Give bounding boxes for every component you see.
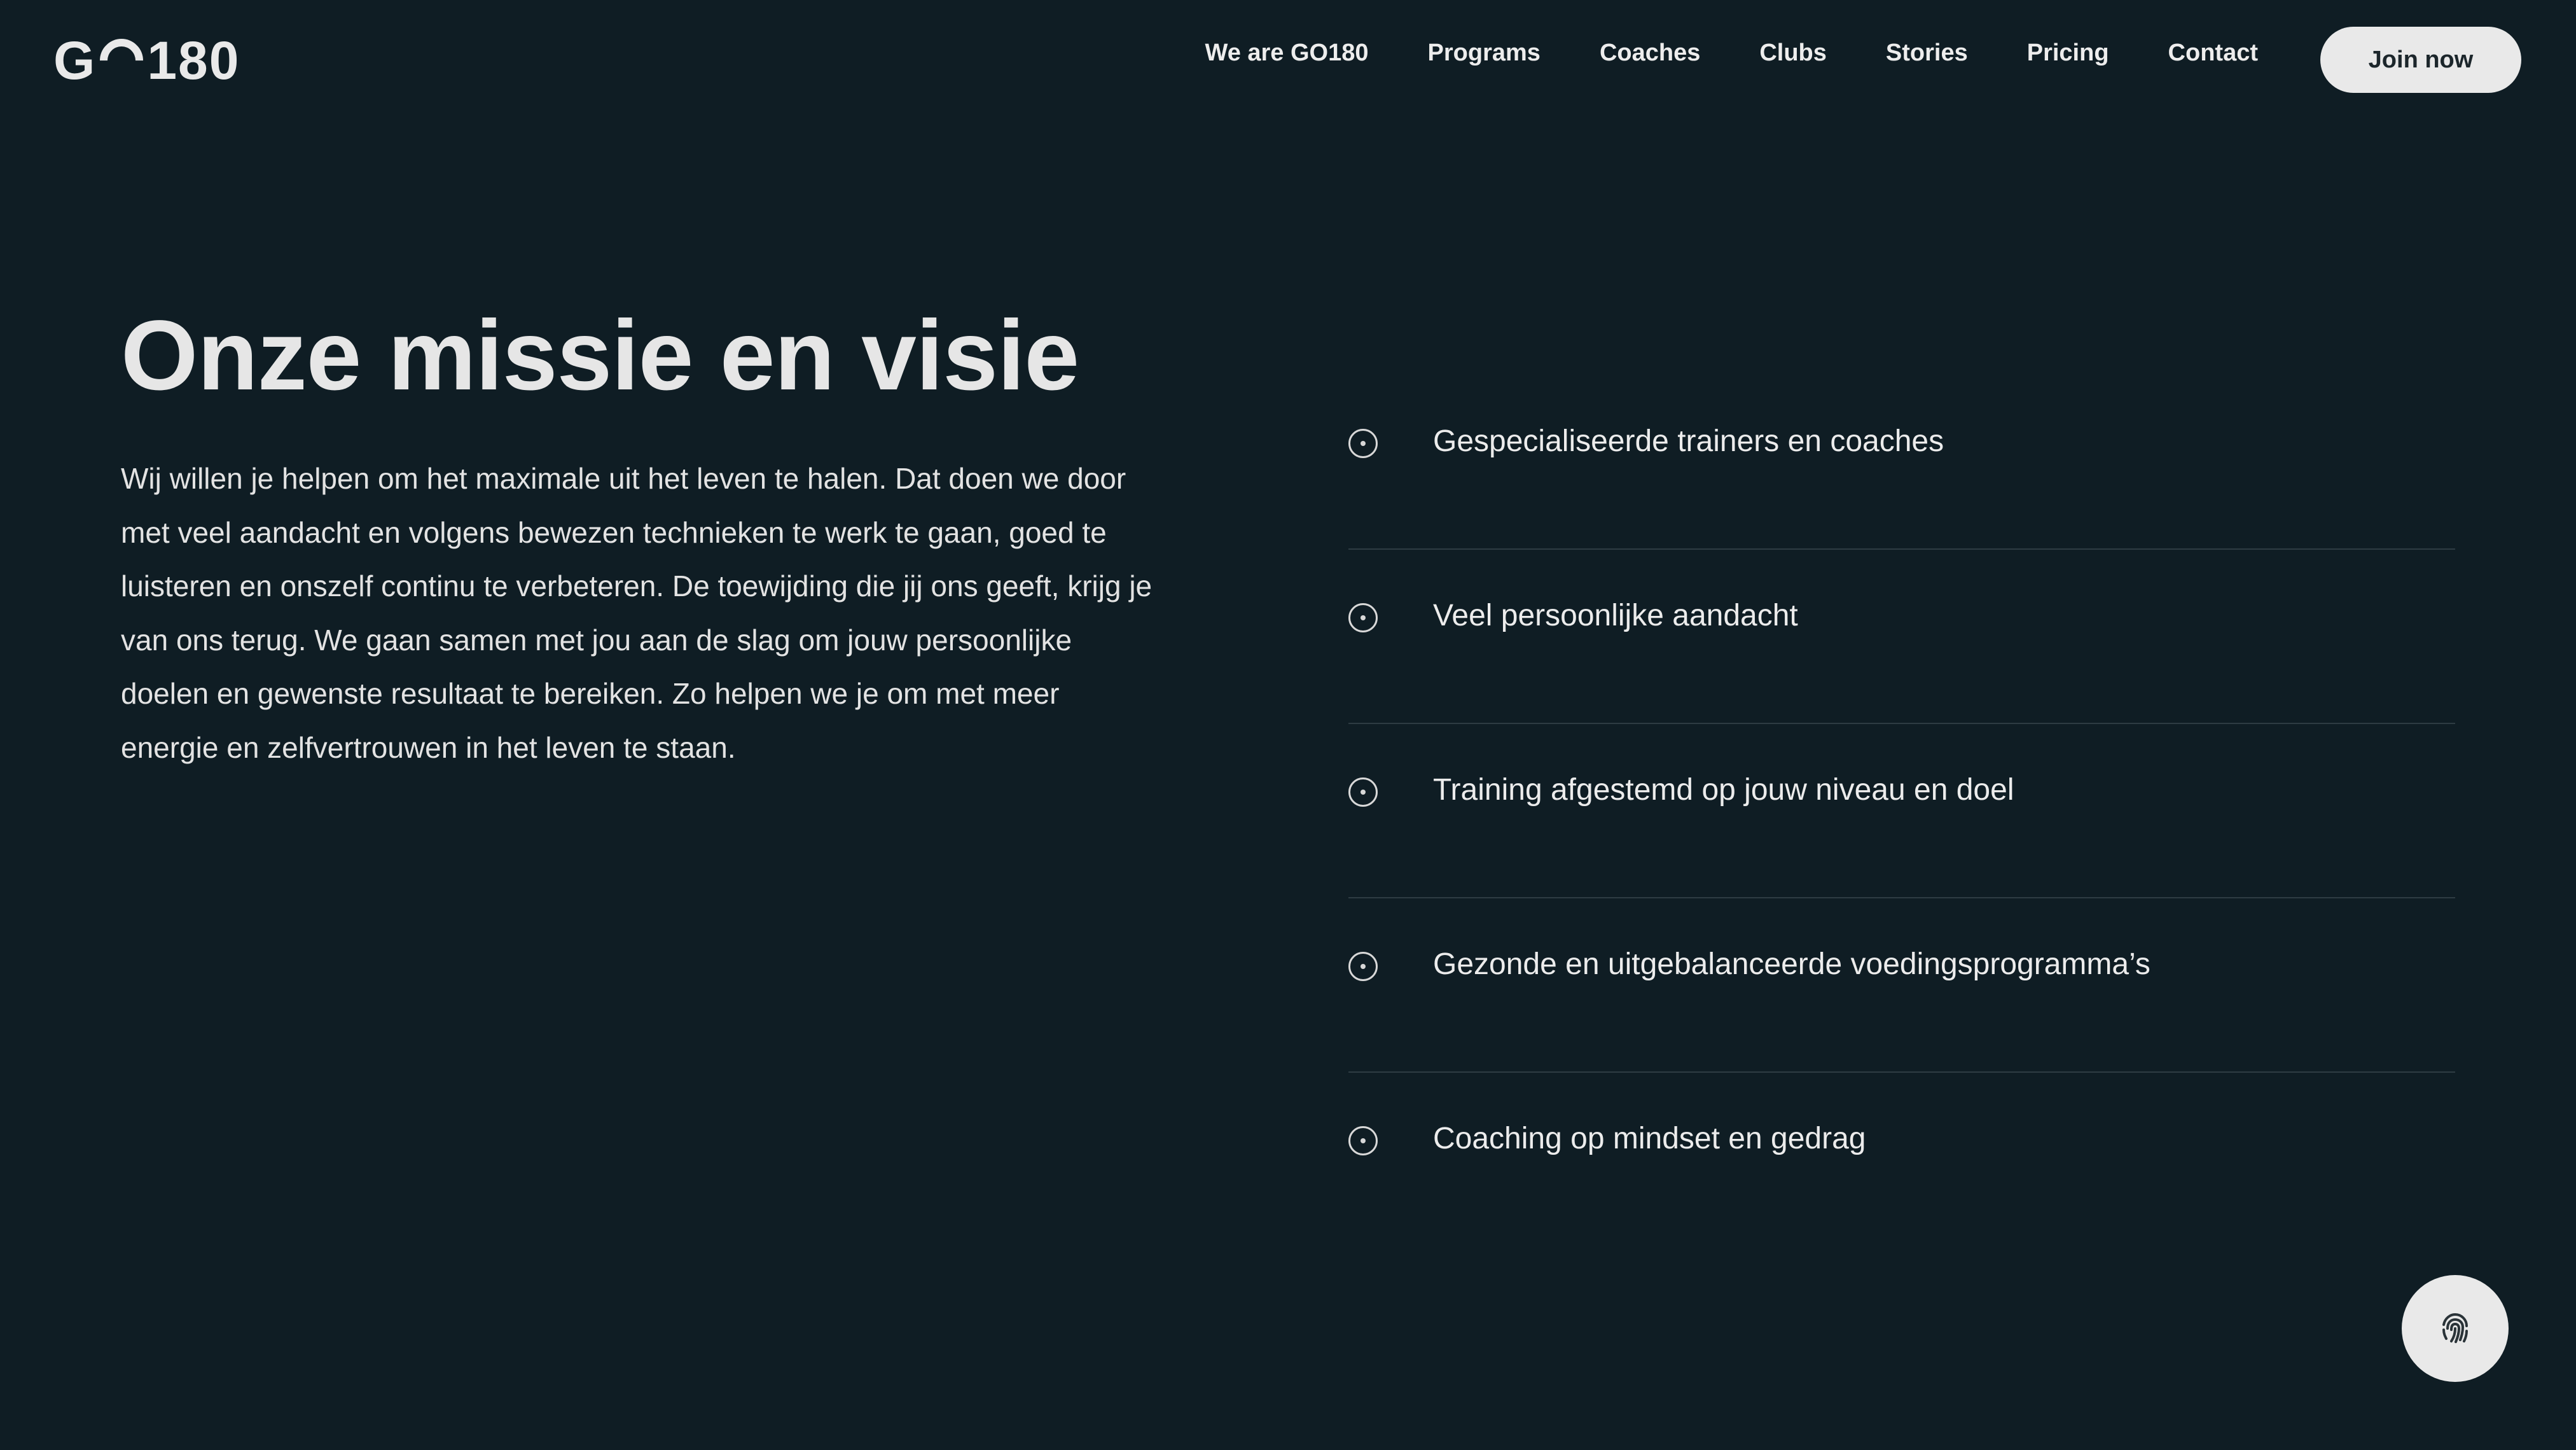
nav-stories[interactable]: Stories [1886,39,1968,67]
radio-dot-icon [1348,952,1378,981]
list-item: Coaching op mindset en gedrag [1348,1073,2455,1247]
nav-pricing[interactable]: Pricing [2027,39,2109,67]
radio-dot-icon [1348,603,1378,632]
nav-contact[interactable]: Contact [2168,39,2258,67]
nav-we-are-go180[interactable]: We are GO180 [1205,39,1369,67]
radio-dot-icon [1348,1126,1378,1155]
nav-programs[interactable]: Programs [1428,39,1541,67]
page-title: Onze missie en visie [121,300,1079,411]
list-item: Training afgestemd op jouw niveau en doe… [1348,724,2455,898]
radio-dot-icon [1348,429,1378,458]
list-item: Gespecialiseerde trainers en coaches [1348,375,2455,550]
main-nav: We are GO180 Programs Coaches Clubs Stor… [1205,39,2258,67]
nav-coaches[interactable]: Coaches [1600,39,1700,67]
list-item: Gezonde en uitgebalanceerde voedingsprog… [1348,898,2455,1073]
site-header: G 180 We are GO180 Programs Coaches Club… [0,0,2576,121]
list-item: Veel persoonlijke aandacht [1348,550,2455,724]
go180-logo[interactable]: G 180 [53,27,240,94]
logo-text-right: 180 [147,30,240,90]
feature-label: Gespecialiseerde trainers en coaches [1433,424,1944,458]
join-now-button[interactable]: Join now [2320,27,2521,93]
fingerprint-icon [2442,1313,2468,1343]
feature-label: Coaching op mindset en gedrag [1433,1122,1866,1155]
logo-arc-icon [91,29,153,92]
feature-label: Training afgestemd op jouw niveau en doe… [1433,773,2014,807]
page: G 180 We are GO180 Programs Coaches Club… [0,0,2576,1450]
features-list: Gespecialiseerde trainers en coaches Vee… [1348,375,2455,1247]
radio-dot-icon [1348,777,1378,807]
feature-label: Gezonde en uitgebalanceerde voedingsprog… [1433,947,2150,981]
logo-text-left: G [53,30,97,90]
mission-paragraph: Wij willen je helpen om het maximale uit… [121,462,1153,764]
cookie-settings-button[interactable] [2402,1275,2509,1382]
nav-clubs[interactable]: Clubs [1759,39,1827,67]
feature-label: Veel persoonlijke aandacht [1433,599,1798,632]
